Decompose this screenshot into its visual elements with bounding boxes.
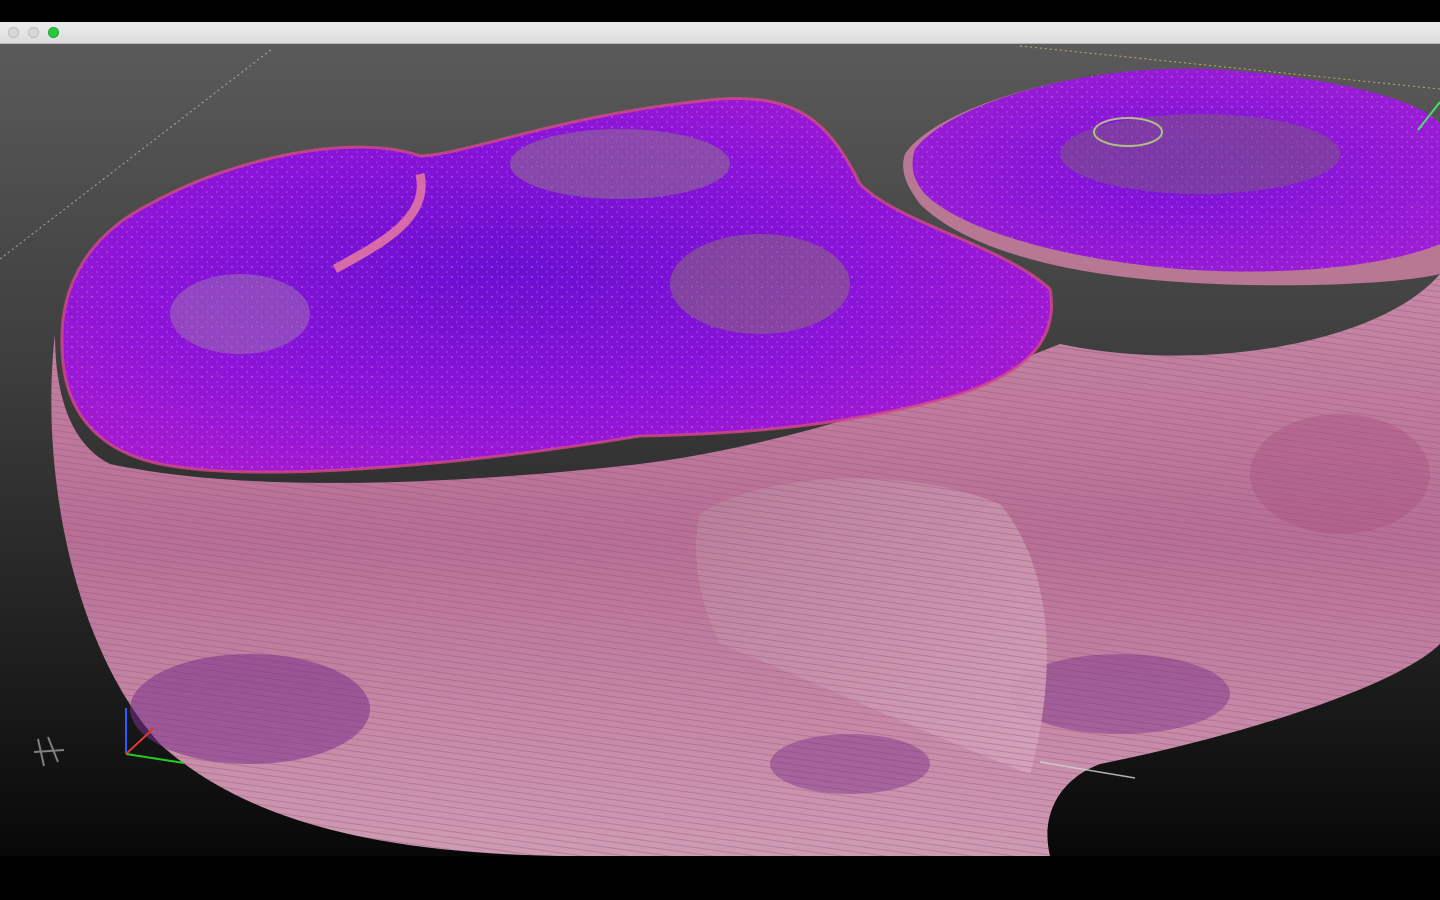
close-button[interactable]: [8, 27, 19, 38]
stain-blotch: [770, 734, 930, 794]
minimize-button[interactable]: [28, 27, 39, 38]
volume-render-canvas[interactable]: [0, 44, 1440, 856]
tissue-core-right: [1060, 114, 1340, 194]
stain-blotch: [130, 654, 370, 764]
letterbox-bottom: [0, 856, 1440, 900]
letterbox-top: [0, 0, 1440, 22]
zoom-button[interactable]: [48, 27, 59, 38]
screen: [0, 0, 1440, 900]
3d-viewport[interactable]: [0, 44, 1440, 856]
stain-blotch: [1250, 414, 1430, 534]
tissue-core: [670, 234, 850, 334]
z-axis-line: [125, 727, 155, 755]
tissue-core: [510, 129, 730, 199]
orientation-glyph: [33, 736, 65, 767]
tissue-core: [170, 274, 310, 354]
window-titlebar[interactable]: [0, 22, 1440, 44]
